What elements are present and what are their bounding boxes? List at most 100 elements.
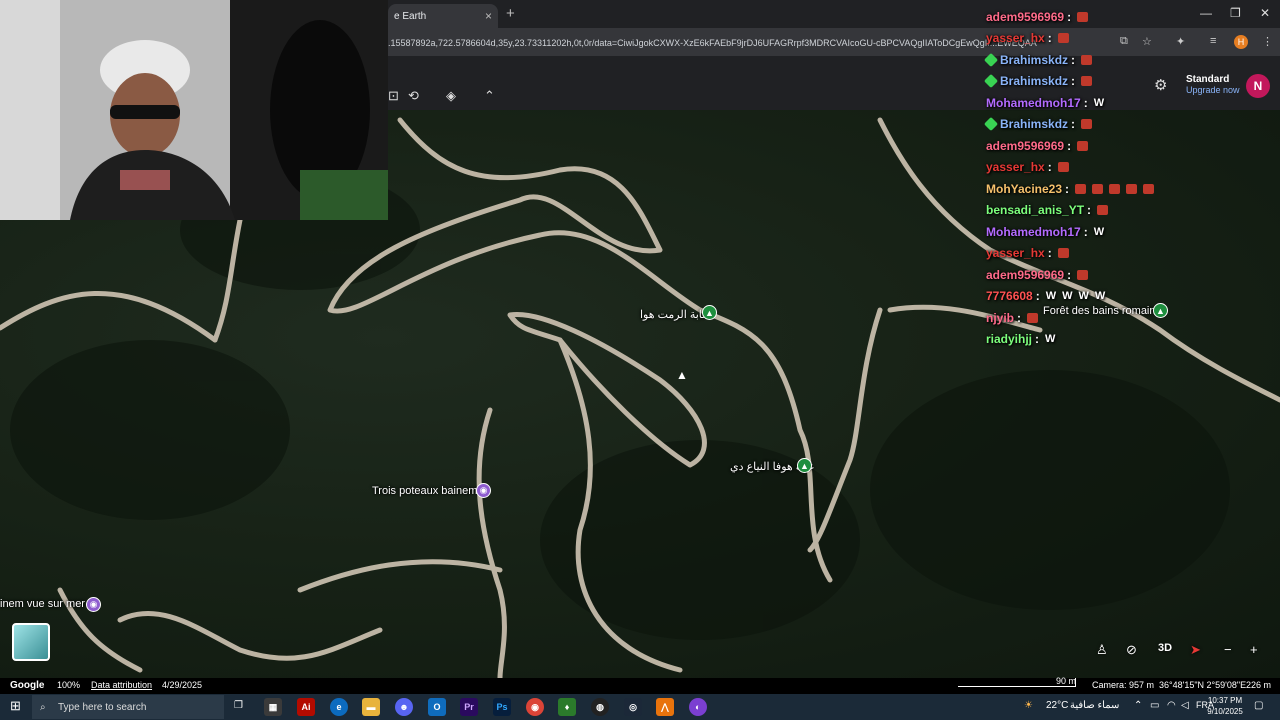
steam-app-icon[interactable]: ◎ [624,698,642,716]
chat-badge-icon [983,52,999,67]
chat-separator: : [1047,246,1052,261]
chrome-app-icon[interactable]: ◉ [526,698,544,716]
webcam-overlay [0,0,388,220]
chat-emote-icon [1077,140,1089,151]
chat-emote-icon [1081,119,1093,130]
chat-username[interactable]: Mohamedmoh17 [986,225,1081,239]
chat-message: bensadi_anis_YT: [986,200,1276,222]
label-trois-poteaux[interactable]: Trois poteaux bainem [372,485,477,497]
label-vue-sur-mer[interactable]: inem vue sur mer [0,598,85,610]
volume-icon[interactable]: ◁ [1181,700,1189,711]
location-off-icon[interactable]: ⊘ [1126,642,1137,658]
file-explorer-icon[interactable]: ▬ [362,698,380,716]
history-icon[interactable]: ⟲ [408,88,419,104]
chat-emote-w: W [1045,290,1057,303]
chat-username[interactable]: adem9596969 [986,268,1064,282]
tab-close-icon[interactable]: × [485,9,492,23]
chat-username[interactable]: njyib [986,311,1014,325]
chat-username[interactable]: Mohamedmoh17 [986,96,1081,110]
chat-badge-icon [983,117,999,132]
chat-emote-icon [1027,312,1039,323]
elevation: 226 m [1246,680,1272,690]
park-pin-icon[interactable]: ▲ [797,458,812,473]
tab-title: e Earth [394,10,427,22]
park-pin-icon[interactable]: ▲ [702,305,717,320]
chat-separator: : [1067,9,1072,24]
obs-app-icon[interactable]: ◍ [591,698,609,716]
clock[interactable]: 10:37 PM 9/10/2025 [1204,695,1246,717]
chat-username[interactable]: riadyihjj [986,332,1032,346]
chevron-up-icon[interactable]: ⌃ [484,88,495,104]
chat-username[interactable]: 7776608 [986,289,1033,303]
3d-toggle-button[interactable]: 3D [1158,642,1172,654]
chat-separator: : [1035,332,1040,347]
weather-temp[interactable]: 22°C [1046,700,1068,711]
viewpoint-pin-icon[interactable]: ◉ [476,483,491,498]
chat-username[interactable]: MohYacine23 [986,182,1062,196]
compass-icon[interactable]: ➤ [1190,642,1201,658]
chat-message: njyib: [986,307,1276,329]
pegman-icon[interactable]: ♙ [1096,642,1108,658]
chat-emote-icon [1057,33,1069,44]
windows-start-icon[interactable]: ⊞ [10,698,21,714]
chat-separator: : [1035,289,1040,304]
chat-separator: : [1083,224,1088,239]
chat-emote-icon [1081,54,1093,65]
chat-username[interactable]: adem9596969 [986,10,1064,24]
chat-username[interactable]: bensadi_anis_YT [986,203,1084,217]
chat-emote-w: W [1093,96,1105,109]
map-status-bar: Google 100% Data attribution 4/29/2025 9… [0,676,1280,694]
edge-app-icon[interactable]: e [330,698,348,716]
chat-emote-icon [1077,269,1089,280]
label-arabic-1[interactable]: غابة الرمت هوا [640,308,708,321]
task-view-icon[interactable]: ❐ [234,700,243,711]
fullscreen-icon[interactable]: ⊡ [388,88,399,104]
outlook-app-icon[interactable]: O [428,698,446,716]
map-style-thumbnail[interactable] [12,623,50,661]
chat-username[interactable]: Brahimskdz [1000,117,1068,131]
chat-username[interactable]: yasser_hx [986,246,1045,260]
chat-separator: : [1067,138,1072,153]
app-icon[interactable]: ⋀ [656,698,674,716]
app-icon[interactable]: ♦ [558,698,576,716]
data-attribution-link[interactable]: Data attribution [91,680,152,690]
chat-username[interactable]: adem9596969 [986,139,1064,153]
weather-description[interactable]: سماء صافية [1070,700,1119,711]
chat-username[interactable]: Brahimskdz [1000,74,1068,88]
viewpoint-pin-icon[interactable]: ◉ [86,597,101,612]
google-logo: Google [10,680,45,691]
chat-message: yasser_hx: [986,157,1276,179]
chat-emote-icon [1057,248,1069,259]
chat-message: adem9596969: [986,6,1276,28]
chat-username[interactable]: yasser_hx [986,160,1045,174]
app-icon[interactable]: ◐ [689,698,707,716]
camera-altitude: Camera: 957 m [1092,680,1155,690]
tab-google-earth[interactable]: e Earth × [388,4,498,28]
tray-chevron-icon[interactable]: ⌃ [1134,700,1142,711]
wifi-icon[interactable]: ◠ [1167,700,1176,711]
layers-icon[interactable]: ◈ [446,88,456,104]
illustrator-app-icon[interactable]: Ai [297,698,315,716]
chat-username[interactable]: yasser_hx [986,31,1045,45]
premiere-app-icon[interactable]: Pr [460,698,478,716]
chat-message: yasser_hx: [986,243,1276,265]
zoom-level: 100% [57,680,81,690]
photoshop-app-icon[interactable]: Ps [493,698,511,716]
network-icon[interactable]: ▭ [1150,700,1159,711]
chat-emote-icon [1077,11,1089,22]
clock-date: 9/10/2025 [1207,707,1243,716]
discord-app-icon[interactable]: ☻ [395,698,413,716]
weather-icon[interactable]: ☀ [1024,700,1033,711]
chat-username[interactable]: Brahimskdz [1000,53,1068,67]
new-tab-button[interactable]: + [506,5,515,22]
taskbar-search-input[interactable]: ⌕ Type here to search [32,695,224,719]
notifications-icon[interactable]: ▢ [1254,700,1263,711]
zoom-out-button[interactable]: − [1224,642,1232,657]
chat-message: adem9596969: [986,135,1276,157]
store-app-icon[interactable]: ▦ [264,698,282,716]
chat-emote-icon [1057,162,1069,173]
zoom-in-button[interactable]: + [1250,642,1258,657]
chat-separator: : [1067,267,1072,282]
chat-emote-icon [1097,205,1109,216]
chat-message: Mohamedmoh17: W [986,221,1276,243]
